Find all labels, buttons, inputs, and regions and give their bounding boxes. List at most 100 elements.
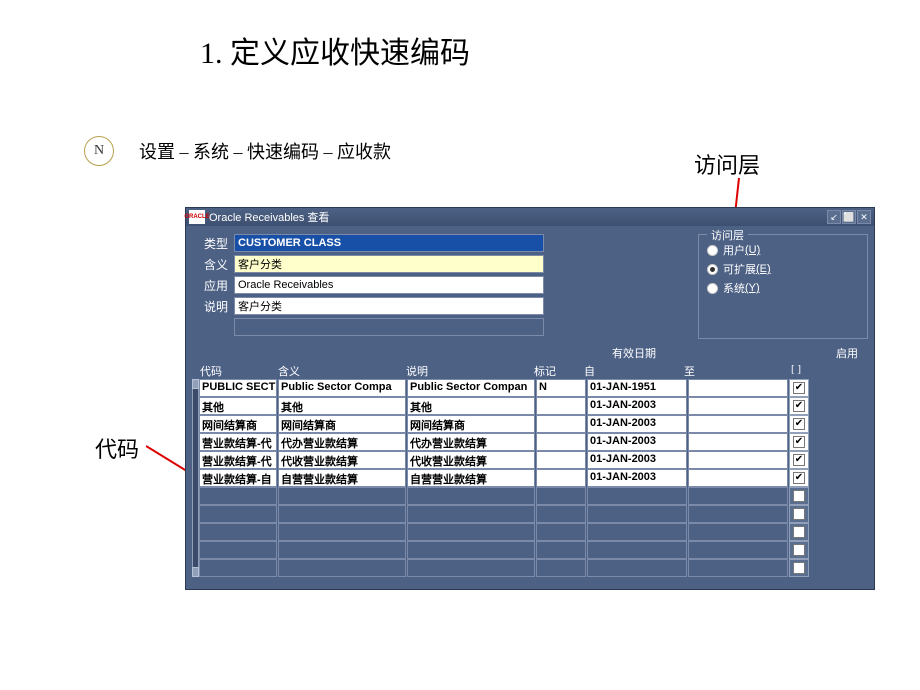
cell-desc[interactable]: 代收营业款结算 [407,451,535,469]
table-row-empty[interactable] [199,487,868,505]
cell-desc[interactable]: 代办营业款结算 [407,433,535,451]
scroll-down-icon[interactable] [192,567,199,577]
cell-enable[interactable] [789,559,809,577]
cell-enable[interactable]: ✔ [789,451,809,469]
maximize-icon[interactable]: ⬜ [842,210,856,224]
cell-flag[interactable] [536,397,586,415]
cell-code[interactable] [199,559,277,577]
checkbox-icon[interactable]: ✔ [793,472,805,484]
cell-meaning[interactable] [278,541,406,559]
cell-to[interactable] [688,559,788,577]
cell-meaning[interactable]: Public Sector Compa [278,379,406,397]
cell-to[interactable] [688,433,788,451]
cell-desc[interactable] [407,505,535,523]
cell-to[interactable] [688,415,788,433]
desc-input[interactable] [234,297,544,315]
cell-enable[interactable] [789,505,809,523]
cell-to[interactable] [688,451,788,469]
cell-flag[interactable]: N [536,379,586,397]
cell-flag[interactable] [536,451,586,469]
cell-meaning[interactable]: 代收营业款结算 [278,451,406,469]
app-input[interactable] [234,276,544,294]
cell-from[interactable] [587,559,687,577]
cell-enable[interactable] [789,541,809,559]
cell-desc[interactable] [407,559,535,577]
cell-flag[interactable] [536,505,586,523]
cell-desc[interactable] [407,523,535,541]
cell-desc[interactable]: 其他 [407,397,535,415]
cell-from[interactable]: 01-JAN-2003 [587,397,687,415]
cell-meaning[interactable] [278,523,406,541]
cell-code[interactable]: 营业款结算-代 [199,451,277,469]
table-row[interactable]: 营业款结算-代代办营业款结算代办营业款结算01-JAN-2003✔ [199,433,868,451]
cell-desc[interactable] [407,487,535,505]
cell-to[interactable] [688,541,788,559]
cell-from[interactable]: 01-JAN-2003 [587,451,687,469]
cell-code[interactable]: 营业款结算-自 [199,469,277,487]
cell-enable[interactable]: ✔ [789,415,809,433]
cell-desc[interactable]: 网间结算商 [407,415,535,433]
close-icon[interactable]: ✕ [857,210,871,224]
cell-from[interactable] [587,541,687,559]
checkbox-icon[interactable]: ✔ [793,382,805,394]
cell-enable[interactable]: ✔ [789,433,809,451]
cell-meaning[interactable]: 网间结算商 [278,415,406,433]
radio-system[interactable]: 系统 (Y) [707,280,859,296]
table-row-empty[interactable] [199,505,868,523]
table-row[interactable]: PUBLIC SECTPublic Sector CompaPublic Sec… [199,379,868,397]
cell-code[interactable] [199,541,277,559]
cell-to[interactable] [688,397,788,415]
radio-extensible[interactable]: 可扩展 (E) [707,261,859,277]
cell-meaning[interactable]: 代办营业款结算 [278,433,406,451]
checkbox-icon[interactable]: ✔ [793,400,805,412]
checkbox-icon[interactable] [793,562,805,574]
cell-from[interactable] [587,523,687,541]
checkbox-icon[interactable] [793,490,805,502]
table-row-empty[interactable] [199,523,868,541]
cell-meaning[interactable] [278,505,406,523]
cell-flag[interactable] [536,415,586,433]
cell-code[interactable] [199,523,277,541]
cell-from[interactable] [587,505,687,523]
table-row[interactable]: 营业款结算-自自营营业款结算自营营业款结算01-JAN-2003✔ [199,469,868,487]
table-row[interactable]: 网间结算商网间结算商网间结算商01-JAN-2003✔ [199,415,868,433]
grid-scrollbar[interactable] [192,379,199,577]
cell-enable[interactable] [789,487,809,505]
cell-to[interactable] [688,379,788,397]
cell-enable[interactable]: ✔ [789,397,809,415]
radio-user[interactable]: 用户 (U) [707,242,859,258]
cell-to[interactable] [688,505,788,523]
cell-desc[interactable]: 自营营业款结算 [407,469,535,487]
cell-from[interactable]: 01-JAN-2003 [587,415,687,433]
cell-from[interactable]: 01-JAN-2003 [587,469,687,487]
cell-flag[interactable] [536,523,586,541]
cell-code[interactable]: 其他 [199,397,277,415]
type-input[interactable] [234,234,544,252]
cell-meaning[interactable] [278,559,406,577]
cell-code[interactable] [199,487,277,505]
checkbox-icon[interactable] [793,526,805,538]
cell-to[interactable] [688,523,788,541]
cell-meaning[interactable] [278,487,406,505]
cell-from[interactable]: 01-JAN-1951 [587,379,687,397]
cell-flag[interactable] [536,487,586,505]
cell-code[interactable]: 网间结算商 [199,415,277,433]
cell-flag[interactable] [536,541,586,559]
cell-meaning[interactable]: 其他 [278,397,406,415]
cell-code[interactable]: 营业款结算-代 [199,433,277,451]
cell-code[interactable]: PUBLIC SECT [199,379,277,397]
cell-enable[interactable]: ✔ [789,469,809,487]
meaning-input[interactable] [234,255,544,273]
scroll-track[interactable] [192,389,199,567]
table-row-empty[interactable] [199,541,868,559]
cell-from[interactable]: 01-JAN-2003 [587,433,687,451]
minimize-icon[interactable]: ↙ [827,210,841,224]
cell-flag[interactable] [536,559,586,577]
checkbox-icon[interactable] [793,508,805,520]
cell-enable[interactable]: ✔ [789,379,809,397]
scroll-up-icon[interactable] [192,379,199,389]
table-row-empty[interactable] [199,559,868,577]
cell-code[interactable] [199,505,277,523]
checkbox-icon[interactable]: ✔ [793,454,805,466]
checkbox-icon[interactable]: ✔ [793,418,805,430]
